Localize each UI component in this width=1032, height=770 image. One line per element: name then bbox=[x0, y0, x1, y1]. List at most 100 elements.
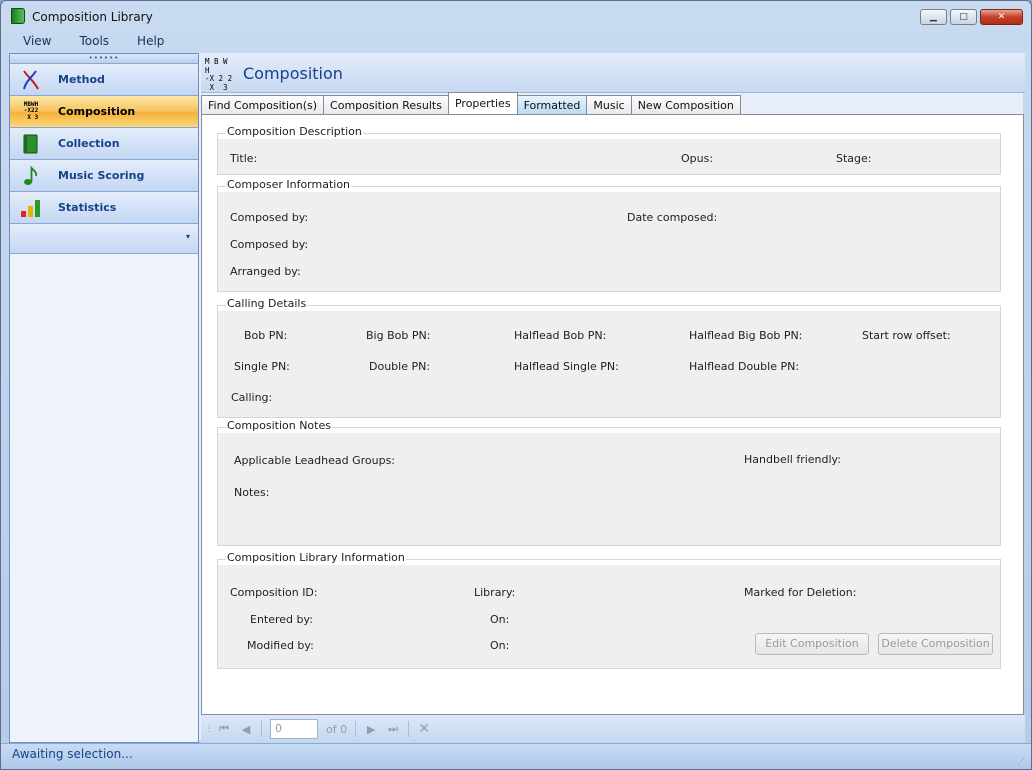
bar-chart-icon bbox=[18, 197, 44, 219]
icon-line: X 3 bbox=[205, 82, 228, 92]
chevron-down-icon[interactable]: ▾ bbox=[186, 232, 190, 241]
modified-on-label: On: bbox=[490, 639, 510, 652]
title-bar[interactable]: Composition Library ▁ □ ✕ bbox=[1, 1, 1031, 31]
group-title: Composition Notes bbox=[226, 419, 332, 432]
tab-find-compositions[interactable]: Find Composition(s) bbox=[201, 95, 325, 114]
navigation-pane: •••••• Method MBWH -X22 X 3 Composition C… bbox=[9, 53, 199, 743]
double-pn-label: Double PN: bbox=[369, 360, 431, 373]
tab-music[interactable]: Music bbox=[586, 95, 632, 114]
arranged-by-label: Arranged by: bbox=[230, 265, 301, 278]
nav-item-label: Method bbox=[58, 73, 105, 86]
group-title: Composer Information bbox=[226, 178, 352, 191]
composition-notes-group: Composition Notes Applicable Leadhead Gr… bbox=[217, 419, 1001, 546]
delete-record-icon[interactable]: ✕ bbox=[413, 719, 435, 739]
status-text: Awaiting selection... bbox=[12, 747, 133, 761]
first-record-icon[interactable]: ⏮ bbox=[213, 719, 235, 739]
composed-by-label: Composed by: bbox=[230, 211, 309, 224]
icon-line: M B W H bbox=[205, 57, 228, 75]
calling-label: Calling: bbox=[231, 391, 273, 404]
tab-properties[interactable]: Properties bbox=[447, 92, 518, 114]
separator bbox=[408, 721, 410, 737]
nav-footer: ▾ bbox=[10, 224, 198, 254]
music-note-icon bbox=[18, 165, 44, 187]
status-bar: Awaiting selection... ⋰ bbox=[1, 743, 1031, 769]
separator bbox=[355, 721, 357, 737]
tab-strip: Find Composition(s) Composition Results … bbox=[201, 92, 1025, 114]
library-information-group: Composition Library Information Composit… bbox=[217, 551, 1001, 669]
opus-label: Opus: bbox=[681, 152, 714, 165]
separator bbox=[261, 721, 262, 737]
composition-id-label: Composition ID: bbox=[230, 586, 318, 599]
resize-grip-icon[interactable]: ⋰ bbox=[1017, 757, 1027, 767]
menu-bar: View Tools Help bbox=[9, 31, 1023, 53]
entered-by-label: Entered by: bbox=[250, 613, 313, 626]
properties-page: Composition Description Title: Opus: Sta… bbox=[201, 114, 1024, 715]
tab-new-composition[interactable]: New Composition bbox=[630, 95, 741, 114]
record-count: of 0 bbox=[326, 722, 348, 736]
client-area: •••••• Method MBWH -X22 X 3 Composition C… bbox=[9, 53, 1025, 743]
page-title: Composition bbox=[243, 64, 343, 83]
title-label: Title: bbox=[230, 152, 258, 165]
nav-splitter-grip[interactable]: •••••• bbox=[10, 54, 198, 64]
halflead-bob-pn-label: Halflead Bob PN: bbox=[514, 329, 607, 342]
nav-item-collection[interactable]: Collection bbox=[10, 128, 198, 160]
next-record-icon[interactable]: ▶ bbox=[360, 719, 382, 739]
content-area: M B W H -X 2 2 X 3 Composition Find Comp… bbox=[201, 53, 1025, 743]
composer-information-group: Composer Information Composed by: Date c… bbox=[217, 178, 1001, 292]
halflead-single-pn-label: Halflead Single PN: bbox=[514, 360, 619, 373]
minimize-button[interactable]: ▁ bbox=[920, 9, 947, 25]
date-composed-label: Date composed: bbox=[627, 211, 718, 224]
maximize-button[interactable]: □ bbox=[950, 9, 977, 25]
tab-composition-results[interactable]: Composition Results bbox=[323, 95, 449, 114]
menu-help[interactable]: Help bbox=[123, 31, 178, 53]
edit-composition-button[interactable]: Edit Composition bbox=[755, 633, 869, 655]
notes-label: Notes: bbox=[234, 486, 270, 499]
window-controls: ▁ □ ✕ bbox=[920, 9, 1023, 25]
handbell-friendly-label: Handbell friendly: bbox=[744, 453, 841, 466]
record-navigator: ⋮ ⏮ ◀ 0 of 0 ▶ ⏭ ✕ bbox=[201, 715, 1025, 743]
single-pn-label: Single PN: bbox=[234, 360, 290, 373]
composition-header-icon: M B W H -X 2 2 X 3 bbox=[205, 57, 235, 91]
composition-description-group: Composition Description Title: Opus: Sta… bbox=[217, 125, 1001, 175]
group-title: Composition Description bbox=[226, 125, 363, 138]
leadhead-groups-label: Applicable Leadhead Groups: bbox=[234, 454, 396, 467]
group-band bbox=[218, 428, 1000, 433]
close-button[interactable]: ✕ bbox=[980, 9, 1023, 25]
delete-composition-button[interactable]: Delete Composition bbox=[878, 633, 993, 655]
halflead-double-pn-label: Halflead Double PN: bbox=[689, 360, 800, 373]
navigator-grip[interactable]: ⋮ bbox=[205, 719, 214, 739]
method-icon bbox=[18, 69, 44, 91]
nav-item-music-scoring[interactable]: Music Scoring bbox=[10, 160, 198, 192]
modified-by-label: Modified by: bbox=[247, 639, 314, 652]
entered-on-label: On: bbox=[490, 613, 510, 626]
marked-for-deletion-label: Marked for Deletion: bbox=[744, 586, 857, 599]
nav-item-statistics[interactable]: Statistics bbox=[10, 192, 198, 224]
library-label: Library: bbox=[474, 586, 516, 599]
menu-tools[interactable]: Tools bbox=[65, 31, 123, 53]
previous-record-icon[interactable]: ◀ bbox=[235, 719, 257, 739]
composed-by-label-2: Composed by: bbox=[230, 238, 309, 251]
start-row-offset-label: Start row offset: bbox=[862, 329, 951, 342]
main-window: Composition Library ▁ □ ✕ View Tools Hel… bbox=[0, 0, 1032, 770]
app-book-icon bbox=[11, 8, 25, 24]
composition-icon: MBWH -X22 X 3 bbox=[23, 100, 39, 121]
big-bob-pn-label: Big Bob PN: bbox=[366, 329, 431, 342]
nav-item-label: Music Scoring bbox=[58, 169, 145, 182]
halflead-big-bob-pn-label: Halflead Big Bob PN: bbox=[689, 329, 803, 342]
nav-item-method[interactable]: Method bbox=[10, 64, 198, 96]
group-band bbox=[218, 306, 1000, 311]
collection-icon bbox=[18, 133, 44, 155]
record-position-input[interactable]: 0 bbox=[270, 719, 318, 739]
stage-label: Stage: bbox=[836, 152, 872, 165]
group-title: Calling Details bbox=[226, 297, 308, 310]
nav-item-label: Collection bbox=[58, 137, 120, 150]
nav-item-label: Statistics bbox=[58, 201, 117, 214]
last-record-icon[interactable]: ⏭ bbox=[382, 719, 404, 739]
bob-pn-label: Bob PN: bbox=[244, 329, 288, 342]
page-header: M B W H -X 2 2 X 3 Composition bbox=[201, 53, 1025, 93]
nav-item-label: Composition bbox=[58, 105, 136, 118]
nav-item-composition[interactable]: MBWH -X22 X 3 Composition bbox=[10, 96, 198, 128]
window-title: Composition Library bbox=[32, 10, 153, 24]
menu-view[interactable]: View bbox=[9, 31, 65, 53]
tab-formatted[interactable]: Formatted bbox=[516, 95, 588, 114]
